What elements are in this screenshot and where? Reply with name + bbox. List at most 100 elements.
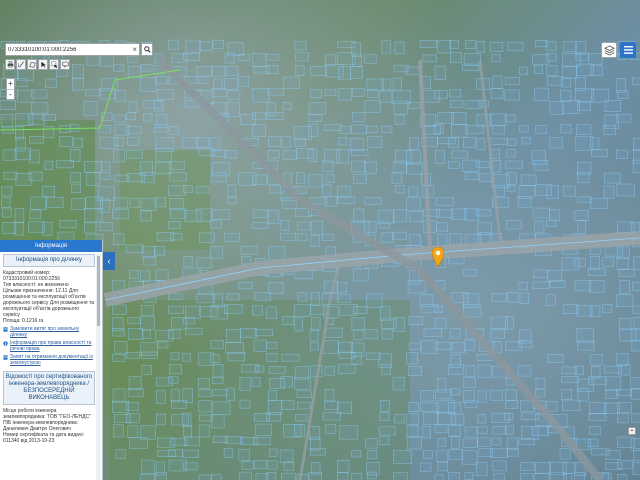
cadastral-parcel (562, 304, 579, 314)
print-button[interactable] (5, 59, 15, 70)
cadastral-parcel (437, 233, 448, 247)
cadastral-parcel (227, 351, 245, 362)
cadastral-parcel (617, 402, 632, 414)
cadastral-parcel (182, 137, 197, 148)
cadastral-parcel (507, 292, 519, 303)
cadastral-parcel (240, 328, 257, 339)
zoom-in-button[interactable]: + (7, 79, 14, 89)
cadastral-parcel (489, 113, 507, 127)
link-extract-line-2[interactable]: ділянку (10, 332, 79, 338)
cadastral-parcel (212, 364, 224, 378)
location-pin-icon[interactable] (432, 247, 444, 267)
cadastral-parcel (351, 352, 362, 365)
cadastral-parcel (45, 197, 64, 208)
search-button[interactable] (141, 43, 153, 56)
cadastral-parcel (28, 171, 43, 181)
cadastral-parcel (616, 78, 627, 93)
cadastral-parcel (562, 66, 577, 79)
cadastral-parcel (238, 76, 249, 87)
cadastral-parcel (408, 342, 421, 350)
cadastral-parcel (168, 449, 184, 457)
cadastral-parcel (224, 78, 238, 91)
cadastral-parcel (504, 413, 514, 421)
cadastral-parcel (239, 399, 251, 409)
cadastral-parcel (561, 389, 572, 400)
cadastral-parcel (490, 329, 505, 339)
cadastral-parcel (140, 197, 157, 211)
cadastral-parcel (126, 244, 144, 254)
link-rights-row[interactable]: Інформація про права власності та речові… (3, 340, 95, 352)
cadastral-parcel (352, 174, 367, 184)
cadastral-parcel (252, 52, 267, 67)
info-select-button[interactable] (49, 59, 59, 70)
cadastral-parcel (183, 436, 200, 447)
cadastral-parcel (561, 366, 577, 374)
cadastral-parcel (437, 462, 449, 472)
cadastral-parcel (266, 353, 278, 362)
cadastral-parcel (141, 365, 152, 375)
cadastral-parcel (307, 148, 318, 163)
cadastral-parcel (31, 102, 49, 114)
cadastral-parcel (616, 389, 632, 396)
cadastral-parcel (100, 161, 111, 171)
cadastral-parcel (617, 90, 629, 99)
cadastral-parcel (632, 462, 640, 475)
cadastral-parcel (155, 161, 172, 175)
cadastral-parcel (224, 150, 238, 159)
cadastral-parcel (353, 268, 369, 282)
cadastral-parcel (170, 352, 180, 361)
zoom-out-button[interactable]: - (7, 90, 14, 100)
layers-button[interactable] (601, 42, 617, 58)
cadastral-parcel (633, 256, 640, 270)
cadastral-parcel (632, 159, 640, 173)
link-rights-line-2[interactable]: речові права (10, 346, 91, 352)
cadastral-parcel (391, 172, 403, 184)
cadastral-parcel (574, 472, 586, 480)
cadastral-parcel (407, 436, 422, 450)
cadastral-parcel (266, 112, 284, 120)
cadastral-parcel (127, 136, 140, 146)
cadastral-parcel (590, 354, 603, 366)
cadastral-parcel (183, 256, 193, 268)
cadastral-parcel (282, 150, 298, 160)
cadastral-parcel (281, 136, 291, 148)
cadastral-parcel (212, 389, 228, 397)
cadastral-parcel (240, 245, 258, 255)
cadastral-parcel (436, 209, 454, 218)
comment-button[interactable] (60, 59, 70, 70)
map-corner-toggle[interactable]: + (628, 427, 636, 435)
cadastral-parcel (632, 305, 640, 314)
cadastral-parcel (126, 413, 140, 424)
link-docs-line-2[interactable]: землеустрою (10, 360, 93, 366)
cadastral-parcel (183, 53, 200, 61)
cadastral-parcel (125, 126, 142, 134)
cadastral-parcel (549, 137, 564, 149)
cadastral-parcel (153, 100, 164, 112)
ruler-button[interactable] (16, 59, 26, 70)
measure-area-button[interactable] (27, 59, 37, 70)
cadastral-parcel (618, 364, 631, 376)
pointer-button[interactable] (38, 59, 48, 70)
cadastral-parcel (577, 220, 587, 234)
link-extract-row[interactable]: Замовити витяг про земельну ділянку (3, 326, 95, 338)
cadastral-parcel (227, 196, 237, 205)
panel-scrollbar[interactable] (96, 254, 101, 480)
cadastral-parcel (282, 102, 292, 110)
cadastral-parcel (490, 88, 504, 100)
cadastral-parcel (477, 364, 492, 379)
cadastral-parcel (351, 450, 362, 458)
link-docs-row[interactable]: Запит на отримання документації із земле… (3, 354, 95, 366)
cadastral-parcel (182, 317, 196, 325)
cadastral-parcel (420, 402, 439, 412)
cadastral-parcel (226, 387, 235, 401)
clear-search-icon[interactable]: × (132, 44, 137, 55)
cadastral-parcel (308, 472, 322, 480)
cadastral-parcel (0, 114, 14, 128)
collapse-panel-button[interactable]: ‹ (103, 252, 115, 270)
cadastral-parcel (170, 208, 187, 219)
cadastral-parcel (310, 66, 327, 76)
search-input[interactable] (8, 44, 126, 55)
cadastral-parcel (16, 89, 34, 103)
menu-button[interactable] (620, 42, 636, 58)
panel-scroll-thumb[interactable] (97, 256, 100, 326)
